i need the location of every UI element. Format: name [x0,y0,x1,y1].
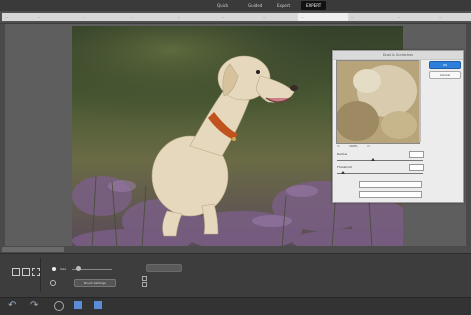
preview-image [337,61,419,143]
bottom-toolbar: ↶ ↷ [0,297,471,315]
threshold-slider-thumb[interactable] [341,171,345,174]
tool-mode-group [4,258,41,292]
radius-slider[interactable] [337,160,423,161]
zoom-out-icon[interactable]: ▭ [337,144,340,148]
size-label: Size [60,267,67,271]
document-tab[interactable]: ... [260,13,303,21]
status-row [0,246,471,253]
zoom-readout [2,247,64,252]
mode-quick[interactable]: Quick [212,1,233,10]
redo-icon[interactable]: ↷ [30,301,38,311]
document-tab-active[interactable]: ... [298,13,353,21]
threshold-field[interactable] [409,164,424,171]
document-tabs: ... ... ... ... ... ... ... ... ... ... … [0,11,471,24]
undo-icon[interactable]: ↶ [8,301,16,311]
rotate-icon[interactable] [54,301,64,311]
mode-expert-active[interactable]: EXPERT [301,1,327,10]
cancel-button[interactable]: Cancel [429,71,461,79]
document-tab[interactable]: ... [80,13,133,21]
brush-dot-icon [52,267,56,271]
organizer-icon[interactable] [94,301,102,309]
document-tab[interactable]: ... [174,13,223,21]
zoom-in-icon[interactable]: ▭ [367,144,370,148]
refine-icon[interactable] [50,280,56,286]
zoom-level: 100% [349,144,358,148]
preview-scrollbar[interactable] [419,60,421,142]
threshold-slider[interactable] [337,173,423,174]
dialog-title: Dust & Scratches [333,51,463,60]
radius-slider-thumb[interactable] [371,158,375,161]
option-button[interactable] [146,264,182,272]
mode-guided[interactable]: Guided [243,1,267,10]
option1-select[interactable] [359,181,422,188]
document-tab[interactable]: ... [436,13,471,21]
option2-select[interactable] [359,191,422,198]
document-tab[interactable]: ... [348,13,399,21]
radius-field[interactable] [409,151,424,158]
mode-bar: Quick Guided Expert EXPERT [0,0,471,11]
layout-icon[interactable] [74,301,82,309]
document-tab[interactable]: ... [34,13,85,21]
document-tab[interactable]: ... [218,13,265,21]
brush-settings-button[interactable]: Brush Settings [74,279,116,287]
document-tab[interactable]: ... [128,13,179,21]
checkbox1[interactable] [142,276,147,281]
filter-dialog: Dust & Scratches OK Cancel ▭ 100% ▭ Radi… [332,50,464,203]
radius-label: Radius [337,152,348,156]
threshold-label: Threshold [337,165,352,169]
selection-add-icon[interactable] [22,268,30,276]
size-slider-thumb[interactable] [76,266,81,271]
checkbox2[interactable] [142,282,147,287]
document-tab[interactable]: ... [394,13,441,21]
ok-button[interactable]: OK [429,61,461,69]
tool-options-bar: Size Brush Settings [0,253,471,298]
selection-new-icon[interactable] [12,268,20,276]
filter-preview[interactable] [336,60,420,144]
mode-expert[interactable]: Expert [272,1,295,10]
selection-subtract-icon[interactable] [32,268,40,276]
